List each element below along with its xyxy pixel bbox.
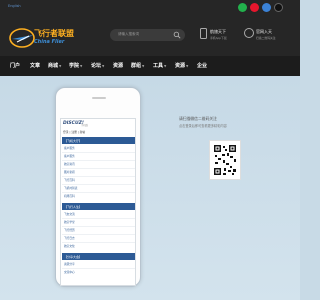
phone-screen: DISCUZ! 手机版 登录 | 注册 | 新帖 【飞机大厅】 客户服务 客户服…: [60, 118, 136, 286]
list-item[interactable]: 航空学堂: [64, 220, 75, 224]
mobile-logo-sub: 手机版: [81, 123, 88, 127]
nav-item-tools[interactable]: 工具▼: [153, 62, 166, 69]
divider: [62, 234, 135, 235]
chevron-down-icon: ▼: [80, 64, 83, 68]
wechat-title[interactable]: 官网入天: [256, 29, 272, 35]
language-switch[interactable]: English: [8, 4, 21, 8]
phone-speaker: [92, 97, 106, 99]
nav-item-resources-2[interactable]: 资源▼: [175, 62, 188, 69]
chevron-down-icon: ▼: [102, 64, 105, 68]
divider: [62, 242, 135, 243]
chevron-down-icon: ▼: [59, 64, 62, 68]
chevron-down-icon: ▼: [186, 64, 189, 68]
info-description: 点击登录后即可查看更多精彩内容: [179, 124, 227, 128]
list-item[interactable]: 飞行日志: [64, 236, 75, 240]
search-input[interactable]: 请输入搜索词: [118, 32, 139, 37]
app-subtitle: 手机App下载: [210, 36, 227, 40]
nav-item-academy[interactable]: 学院▼: [69, 62, 82, 69]
list-item[interactable]: 机场百科: [64, 194, 75, 198]
app-title[interactable]: 航旅天下: [210, 29, 226, 35]
nav-item-mall[interactable]: 商城▼: [48, 62, 61, 69]
main-nav: 门户 文章 商城▼ 学院▼ 论坛▼ 资源 群组▼ 工具▼ 资源▼ 企业: [0, 56, 300, 76]
logo-text-cn: 飞行者联盟: [34, 29, 74, 38]
qq-icon[interactable]: [262, 3, 271, 12]
nav-item-portal[interactable]: 门户: [10, 62, 20, 69]
nav-item-groups[interactable]: 群组▼: [131, 62, 144, 69]
divider: [62, 160, 135, 161]
divider: [62, 268, 135, 269]
search-icon[interactable]: [173, 31, 181, 39]
divider: [62, 192, 135, 193]
phone-mockup: DISCUZ! 手机版 登录 | 注册 | 新帖 【飞机大厅】 客户服务 客户服…: [55, 87, 141, 287]
qr-code: [209, 140, 241, 180]
list-item[interactable]: 资源分享: [64, 262, 75, 266]
chevron-down-icon: ▼: [164, 64, 167, 68]
section-header[interactable]: 【飞行人生】: [62, 203, 135, 210]
list-item[interactable]: 客户服务: [64, 154, 75, 158]
divider: [62, 184, 135, 185]
logo-text-en: China Flier: [34, 39, 65, 45]
nav-item-forum[interactable]: 论坛▼: [91, 62, 104, 69]
qr-code-icon: [213, 144, 237, 176]
divider: [62, 226, 135, 227]
mobile-phone-icon: [200, 28, 207, 39]
list-item[interactable]: 飞行经历: [64, 228, 75, 232]
nav-item-enterprise[interactable]: 企业: [197, 62, 207, 69]
list-item[interactable]: 飞友交流: [64, 212, 75, 216]
nav-item-resources[interactable]: 资源: [113, 62, 123, 69]
list-item[interactable]: 交流中心: [64, 270, 75, 274]
nav-item-articles[interactable]: 文章: [30, 62, 40, 69]
search-bar[interactable]: 请输入搜索词: [110, 29, 185, 41]
top-bar: English: [0, 0, 300, 16]
list-item[interactable]: 飞行百科: [64, 178, 75, 182]
list-item[interactable]: 图片新闻: [64, 170, 75, 174]
mobile-user-links[interactable]: 登录 | 注册 | 新帖: [63, 130, 85, 134]
chevron-down-icon: ▼: [142, 64, 145, 68]
douyin-icon[interactable]: [274, 3, 283, 12]
list-item[interactable]: 航空资讯: [64, 162, 75, 166]
divider: [62, 218, 135, 219]
section-header[interactable]: 【分享大会】: [62, 253, 135, 260]
wechat-subtitle: 扫描二维码关注: [256, 36, 276, 40]
section-header[interactable]: 【飞机大厅】: [62, 137, 135, 144]
list-item[interactable]: 客户服务: [64, 146, 75, 150]
list-item[interactable]: 飞机时刻表: [64, 186, 77, 190]
list-item[interactable]: 航空文化: [64, 244, 75, 248]
wechat-qr-icon: [244, 28, 254, 38]
info-title: 请扫描微信二维码关注: [179, 116, 217, 121]
divider: [62, 168, 135, 169]
divider: [62, 152, 135, 153]
divider: [62, 176, 135, 177]
weibo-icon[interactable]: [250, 3, 259, 12]
wechat-icon[interactable]: [238, 3, 247, 12]
